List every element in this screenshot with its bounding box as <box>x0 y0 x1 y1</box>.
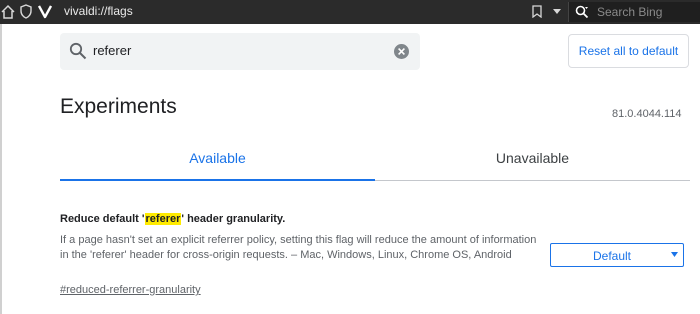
reset-all-button[interactable]: Reset all to default <box>568 34 689 68</box>
search-highlight: referer <box>144 213 182 225</box>
flag-state-select[interactable]: Default <box>550 243 684 267</box>
search-query[interactable]: referer <box>93 43 131 58</box>
flags-search-field[interactable]: referer <box>60 33 420 70</box>
search-icon <box>69 42 87 60</box>
flag-description: If a page hasn't set an explicit referre… <box>60 234 537 261</box>
flag-title-prefix: Reduce default ' <box>60 213 145 225</box>
caret-down-icon <box>671 252 678 257</box>
tab-unavailable[interactable]: Unavailable <box>375 150 690 180</box>
bookmark-icon[interactable] <box>532 5 542 18</box>
page-title: Experiments <box>60 95 177 118</box>
flag-title-suffix: ' header granularity. <box>181 213 286 225</box>
shield-icon[interactable] <box>20 4 32 19</box>
vivaldi-v-icon <box>38 5 52 19</box>
search-placeholder: Search Bing <box>597 5 663 19</box>
select-value: Default <box>592 249 632 263</box>
version-label: 81.0.4044.114 <box>612 108 682 120</box>
clear-search-icon[interactable] <box>394 44 409 59</box>
browser-search-field[interactable]: Search Bing <box>568 2 700 22</box>
search-engine-icon[interactable] <box>575 5 589 19</box>
tab-divider <box>375 180 690 181</box>
flag-title: Reduce default 'referer' header granular… <box>60 213 285 225</box>
url-field[interactable]: vivaldi://flags <box>64 4 133 18</box>
active-tab-indicator <box>60 179 375 181</box>
browser-address-bar: vivaldi://flags Search Bing <box>0 0 700 24</box>
window-edge <box>0 24 2 314</box>
home-icon[interactable] <box>1 4 15 20</box>
chevron-down-icon[interactable] <box>553 9 561 15</box>
flag-permalink[interactable]: #reduced-referrer-granularity <box>60 284 201 296</box>
tab-available[interactable]: Available <box>60 150 375 180</box>
